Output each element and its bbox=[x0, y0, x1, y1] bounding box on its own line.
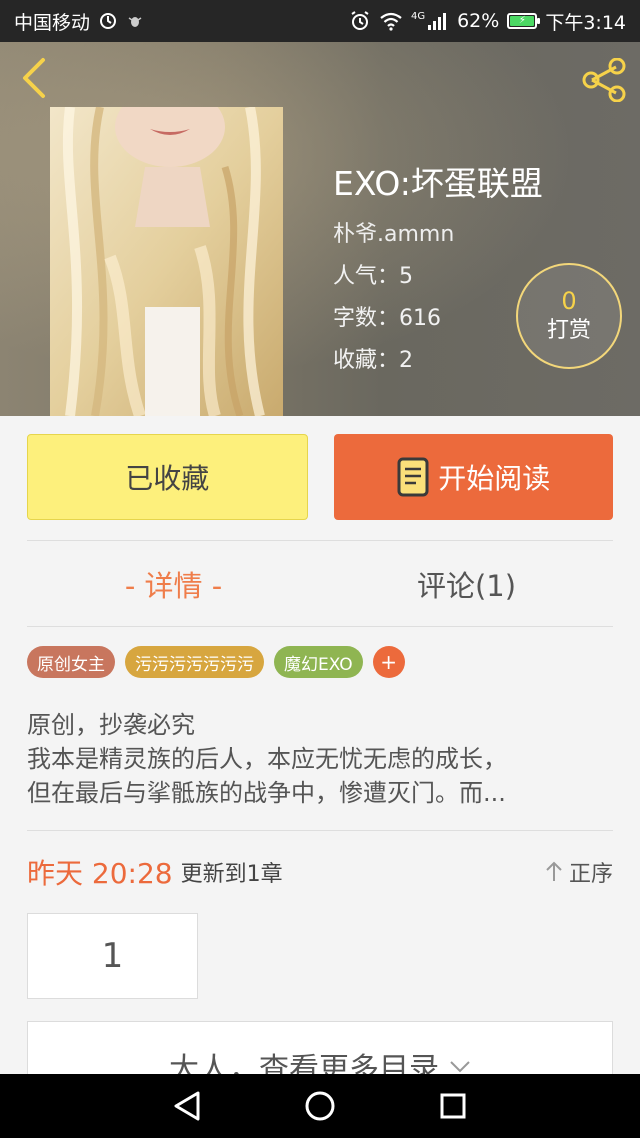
favorite-button-label: 已收藏 bbox=[125, 462, 210, 495]
system-nav-bar bbox=[0, 1074, 640, 1138]
sort-label: 正序 bbox=[568, 862, 613, 887]
divider bbox=[27, 830, 613, 831]
chapter-item[interactable]: 1 bbox=[27, 913, 198, 999]
description-line: 原创，抄袭必究 bbox=[27, 711, 195, 739]
word-count-stat: 字数：616 bbox=[333, 306, 441, 331]
circle-home-icon bbox=[305, 1091, 335, 1121]
sync-icon bbox=[98, 11, 118, 31]
book-description[interactable]: 原创，抄袭必究 我本是精灵族的后人，本应无忧无虑的成长， 但在最后与挲骶族的战争… bbox=[27, 708, 613, 810]
triangle-back-icon bbox=[174, 1091, 200, 1121]
book-icon bbox=[397, 457, 429, 497]
description-line: 我本是精灵族的后人，本应无忧无虑的成长， bbox=[27, 745, 507, 773]
share-icon bbox=[582, 58, 626, 102]
chevron-down-icon bbox=[450, 1061, 470, 1073]
nav-back-button[interactable] bbox=[157, 1076, 217, 1136]
favorites-stat: 收藏：2 bbox=[333, 348, 413, 373]
action-buttons: 已收藏 开始阅读 bbox=[27, 434, 613, 520]
status-bar: 中国移动 4G 62% ⚡ 下午3:14 bbox=[0, 0, 640, 42]
share-button[interactable] bbox=[578, 56, 630, 104]
chapter-number: 1 bbox=[101, 936, 124, 976]
network-type-label: 4G bbox=[410, 11, 426, 22]
detail-tabs: - 详情 - 评论(1) bbox=[27, 542, 613, 626]
update-row: 昨天 20:28 更新到1章 正序 bbox=[27, 852, 613, 892]
signal-icon: 4G bbox=[411, 11, 449, 31]
description-line: 但在最后与挲骶族的战争中，惨遭灭门。而... bbox=[27, 779, 506, 807]
nav-home-button[interactable] bbox=[290, 1076, 350, 1136]
tab-comments[interactable]: 评论(1) bbox=[320, 542, 613, 626]
tag-item[interactable]: 污污污污污污污 bbox=[125, 646, 264, 678]
sort-toggle[interactable]: 正序 bbox=[545, 856, 613, 888]
tag-list: 原创女主 污污污污污污污 魔幻EXO + bbox=[27, 646, 405, 678]
tab-details[interactable]: - 详情 - bbox=[27, 542, 320, 626]
update-time: 昨天 20:28 bbox=[27, 857, 173, 890]
add-tag-button[interactable]: + bbox=[372, 646, 405, 678]
book-header: EXO:坏蛋联盟 朴爷.ammn 人气：5 字数：616 收藏：2 0 打赏 bbox=[0, 42, 640, 416]
battery-icon: ⚡ bbox=[507, 13, 541, 29]
tip-button[interactable]: 0 打赏 bbox=[516, 263, 622, 369]
tag-item[interactable]: 魔幻EXO bbox=[274, 646, 363, 678]
book-detail-screen: 中国移动 4G 62% ⚡ 下午3:14 EXO:坏蛋联盟 朴爷.ammn 人气… bbox=[0, 0, 640, 1138]
carrier-label: 中国移动 bbox=[14, 11, 91, 34]
arrow-up-icon bbox=[546, 861, 562, 881]
alarm-icon bbox=[349, 10, 371, 32]
start-reading-button[interactable]: 开始阅读 bbox=[333, 434, 613, 520]
chevron-left-icon bbox=[23, 58, 45, 98]
book-author[interactable]: 朴爷.ammn bbox=[333, 214, 543, 256]
tag-item[interactable]: 原创女主 bbox=[27, 646, 115, 678]
bug-icon bbox=[126, 12, 144, 30]
divider bbox=[27, 540, 613, 541]
clock: 下午3:14 bbox=[545, 11, 626, 34]
square-recents-icon bbox=[440, 1093, 466, 1119]
battery-percent: 62% bbox=[457, 10, 500, 32]
tip-label: 打赏 bbox=[546, 318, 591, 343]
favorite-button[interactable]: 已收藏 bbox=[27, 434, 308, 520]
tip-count: 0 bbox=[561, 287, 577, 315]
book-title: EXO:坏蛋联盟 bbox=[333, 164, 543, 203]
wifi-icon bbox=[379, 11, 403, 31]
book-cover-image[interactable] bbox=[50, 107, 283, 416]
nav-recents-button[interactable] bbox=[423, 1076, 483, 1136]
start-reading-label: 开始阅读 bbox=[438, 462, 551, 495]
divider bbox=[27, 626, 613, 627]
popularity-stat: 人气：5 bbox=[333, 264, 413, 289]
update-text: 更新到1章 bbox=[180, 862, 283, 887]
back-button[interactable] bbox=[14, 56, 54, 100]
book-info: EXO:坏蛋联盟 朴爷.ammn 人气：5 字数：616 收藏：2 bbox=[333, 162, 543, 382]
